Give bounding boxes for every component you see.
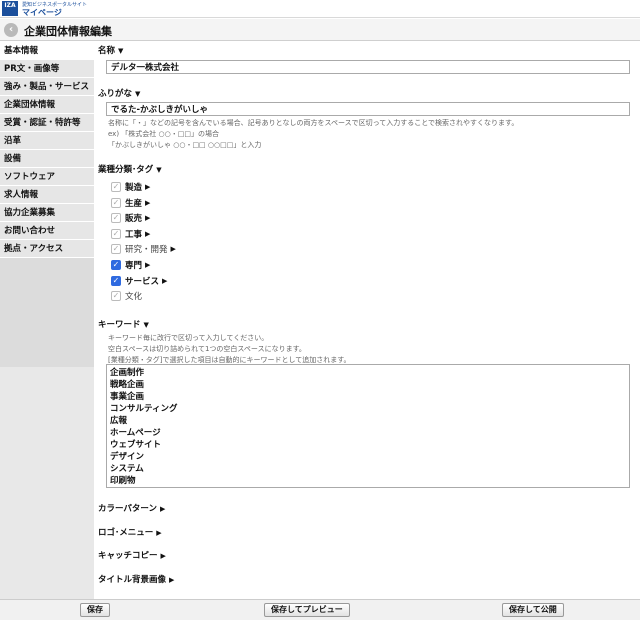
category-specialty[interactable]: ✓ 専門 ▶ <box>111 259 150 271</box>
category-label: 生産 <box>125 199 143 209</box>
triangle-down-icon: ▼ <box>156 166 162 174</box>
sidebar-filler <box>0 367 94 599</box>
keyword-line: 印刷物 <box>110 476 136 486</box>
sidebar-item-pr[interactable]: PR文・画像等 <box>0 60 94 78</box>
triangle-right-icon[interactable]: ▶ <box>160 505 165 513</box>
category-culture[interactable]: ✓ 文化 <box>111 290 142 302</box>
chevron-left-icon[interactable]: ‹ <box>4 23 18 37</box>
category-sales[interactable]: ✓ 販売 ▶ <box>111 212 150 224</box>
category-label: 製造 <box>125 183 143 193</box>
sidebar-nav: 基本情報 PR文・画像等 強み・製品・サービス 企業団体情報 受賞・認証・特許等… <box>0 42 94 367</box>
name-label: 名称 ▼ <box>98 44 123 56</box>
category-label: サービス <box>125 277 160 287</box>
name-input[interactable] <box>106 60 630 74</box>
triangle-down-icon: ▼ <box>143 321 149 329</box>
category-label: 業種分類･タグ ▼ <box>98 163 162 175</box>
category-label: 販売 <box>125 214 143 224</box>
section-catchcopy[interactable]: キャッチコピー ▶ <box>98 549 166 561</box>
category-label: 文化 <box>125 292 143 302</box>
checkbox[interactable]: ✓ <box>111 244 121 254</box>
sidebar-item-basic-info[interactable]: 基本情報 <box>0 42 94 60</box>
footer-bar: 保存 保存してプレビュー 保存して公開 <box>0 599 640 620</box>
triangle-right-icon[interactable]: ▶ <box>161 552 166 560</box>
sidebar-item-contact[interactable]: お問い合わせ <box>0 222 94 240</box>
brand-title[interactable]: マイページ <box>22 7 62 18</box>
sidebar-item-jobs[interactable]: 求人情報 <box>0 186 94 204</box>
triangle-right-icon[interactable]: ▶ <box>162 277 167 285</box>
checkbox[interactable]: ✓ <box>111 291 121 301</box>
section-label: キャッチコピー <box>98 551 158 561</box>
category-label: 工事 <box>125 230 143 240</box>
title-bar: ‹ 企業団体情報編集 <box>0 19 640 41</box>
keyword-line: 企画制作 <box>110 368 145 378</box>
page-title: 企業団体情報編集 <box>24 25 112 38</box>
name-label-text: 名称 <box>98 46 116 56</box>
triangle-right-icon[interactable]: ▶ <box>169 576 174 584</box>
sidebar-item-software[interactable]: ソフトウェア <box>0 168 94 186</box>
save-preview-button[interactable]: 保存してプレビュー <box>264 603 350 617</box>
site-logo[interactable]: IZA <box>2 1 18 16</box>
checkbox-checked[interactable]: ✓ <box>111 260 121 270</box>
furigana-label: ふりがな ▼ <box>98 87 140 99</box>
triangle-right-icon[interactable]: ▶ <box>156 529 161 537</box>
keyword-line: 事業企画 <box>110 392 145 402</box>
furigana-input[interactable] <box>106 102 630 116</box>
sidebar-item-partners[interactable]: 協力企業募集 <box>0 204 94 222</box>
top-header: IZA 愛知ビジネスポータルサイト マイページ <box>0 0 640 18</box>
keyword-label-text: キーワード <box>98 320 141 330</box>
keyword-line: デザイン <box>110 452 145 462</box>
checkbox[interactable]: ✓ <box>111 198 121 208</box>
checkbox[interactable]: ✓ <box>111 182 121 192</box>
keyword-line: 広報 <box>110 416 128 426</box>
category-manufacturing[interactable]: ✓ 製造 ▶ <box>111 181 150 193</box>
triangle-down-icon: ▼ <box>135 90 141 98</box>
triangle-right-icon[interactable]: ▶ <box>171 245 176 253</box>
sidebar-item-awards[interactable]: 受賞・認証・特許等 <box>0 114 94 132</box>
save-publish-button[interactable]: 保存して公開 <box>502 603 564 617</box>
sidebar-item-locations[interactable]: 拠点・アクセス <box>0 240 94 258</box>
keyword-line: ホームページ <box>110 428 161 438</box>
category-service[interactable]: ✓ サービス ▶ <box>111 275 167 287</box>
logo-text: IZA <box>4 2 16 9</box>
keyword-hint-1: キーワード毎に改行で区切って入力してください。 <box>108 334 269 342</box>
sidebar-item-company-info[interactable]: 企業団体情報 <box>0 96 94 114</box>
category-construction[interactable]: ✓ 工事 ▶ <box>111 228 150 240</box>
category-production[interactable]: ✓ 生産 ▶ <box>111 197 150 209</box>
triangle-right-icon[interactable]: ▶ <box>145 230 150 238</box>
save-button[interactable]: 保存 <box>80 603 110 617</box>
category-research[interactable]: ✓ 研究・開発 ▶ <box>111 243 176 255</box>
triangle-right-icon[interactable]: ▶ <box>145 199 150 207</box>
triangle-right-icon[interactable]: ▶ <box>145 214 150 222</box>
furigana-hint-3: 「かぶしきがいしゃ ○○・□□ ○○□□」と入力 <box>108 141 262 149</box>
triangle-right-icon[interactable]: ▶ <box>145 183 150 191</box>
section-label: カラーパターン <box>98 504 157 514</box>
sidebar-item-history[interactable]: 沿革 <box>0 132 94 150</box>
section-logo-menu[interactable]: ロゴ･メニュー ▶ <box>98 526 162 538</box>
triangle-down-icon: ▼ <box>118 47 124 55</box>
keyword-line: システム <box>110 464 144 474</box>
section-label: タイトル背景画像 <box>98 575 167 585</box>
category-label: 研究・開発 <box>125 245 168 255</box>
section-color-pattern[interactable]: カラーパターン ▶ <box>98 502 165 514</box>
category-label-text: 業種分類･タグ <box>98 165 154 175</box>
furigana-label-text: ふりがな <box>98 89 133 99</box>
keyword-line: 戦略企画 <box>110 380 145 390</box>
sidebar-item-strengths[interactable]: 強み・製品・サービス <box>0 78 94 96</box>
section-title-bg-image[interactable]: タイトル背景画像 ▶ <box>98 573 174 585</box>
keyword-line: コンサルティング <box>110 404 178 414</box>
section-label: ロゴ･メニュー <box>98 528 154 538</box>
furigana-hint-1: 名称に「・」などの記号を含んでいる場合、記号ありとなしの両方をスペースで区切って… <box>108 119 519 127</box>
keyword-label: キーワード ▼ <box>98 318 149 330</box>
keyword-hint-2: 空白スペースは切り詰められて1つの空白スペースになります。 <box>108 345 306 353</box>
keyword-line: ウェブサイト <box>110 440 162 450</box>
sidebar-item-equipment[interactable]: 設備 <box>0 150 94 168</box>
checkbox-checked[interactable]: ✓ <box>111 276 121 286</box>
checkbox[interactable]: ✓ <box>111 229 121 239</box>
keywords-textarea[interactable]: 企画制作 戦略企画 事業企画 コンサルティング 広報 ホームページ ウェブサイト… <box>106 364 630 488</box>
furigana-hint-2: ex) 「株式会社 ○○・□□」の場合 <box>108 130 219 138</box>
checkbox[interactable]: ✓ <box>111 213 121 223</box>
triangle-right-icon[interactable]: ▶ <box>145 261 150 269</box>
category-label: 専門 <box>125 261 143 271</box>
